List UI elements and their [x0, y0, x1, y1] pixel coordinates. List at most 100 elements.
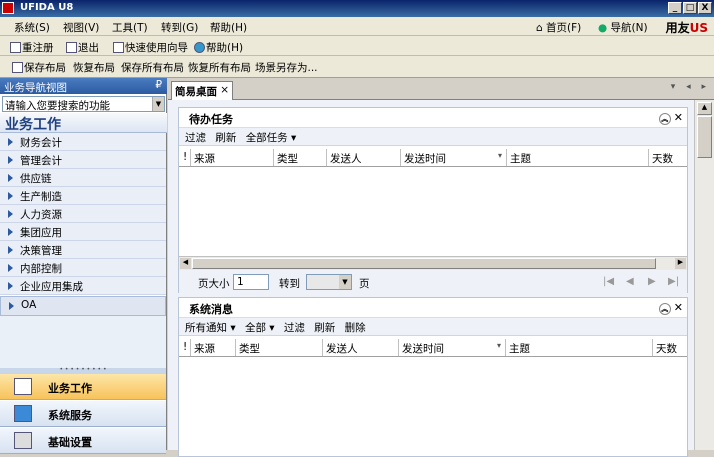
- home-link[interactable]: ⌂ 首页(F): [536, 20, 581, 35]
- expand-arrow-icon: [8, 210, 13, 218]
- bottom-tab-system-service[interactable]: 系统服务: [0, 401, 166, 427]
- col-type[interactable]: 类型: [236, 339, 323, 356]
- nav-item-management-accounting[interactable]: 管理会计: [0, 151, 166, 169]
- help-button[interactable]: 帮助(H): [194, 40, 243, 55]
- page-size-input[interactable]: 1: [233, 274, 269, 290]
- scroll-up-icon[interactable]: ▲: [697, 102, 712, 115]
- monitor-icon: [14, 405, 32, 422]
- col-subject[interactable]: 主题: [507, 149, 649, 166]
- page-unit-label: 页: [359, 278, 370, 290]
- col-subject[interactable]: 主题: [506, 339, 653, 356]
- todo-refresh-button[interactable]: 刷新: [215, 132, 236, 144]
- minimize-button[interactable]: _: [668, 2, 682, 14]
- col-source[interactable]: 来源: [191, 339, 236, 356]
- menu-tools[interactable]: 工具(T): [112, 20, 148, 35]
- content-vertical-scrollbar[interactable]: ▲: [694, 100, 714, 450]
- nav-item-group-application[interactable]: 集团应用: [0, 223, 166, 241]
- col-send-time[interactable]: 发送时间 ▾: [401, 149, 507, 166]
- messages-grid-header: ! 来源 类型 发送人 发送时间 ▾ 主题 天数: [179, 339, 687, 357]
- last-page-icon[interactable]: ▶|: [668, 276, 679, 287]
- app-logo-icon: [2, 2, 14, 14]
- close-card-icon[interactable]: ✕: [674, 111, 683, 124]
- first-page-icon[interactable]: |◀: [603, 276, 614, 287]
- scroll-left-icon[interactable]: ◀: [180, 258, 191, 269]
- expand-arrow-icon: [8, 156, 13, 164]
- tab-simple-desktop[interactable]: 简易桌面 ×: [171, 81, 233, 100]
- window-title: UFIDA U8: [20, 2, 74, 13]
- todo-horizontal-scrollbar[interactable]: ◀ ▶: [179, 256, 687, 270]
- save-layout-button[interactable]: 保存布局: [12, 60, 66, 75]
- nav-item-human-resources[interactable]: 人力资源: [0, 205, 166, 223]
- col-send-time[interactable]: 发送时间 ▾: [399, 339, 506, 356]
- exit-button[interactable]: 退出: [66, 40, 99, 55]
- todo-all-tasks-dropdown[interactable]: 全部任务 ▾: [246, 132, 297, 144]
- todo-tasks-card: 待办任务 ︽ ✕ 过滤 刷新 全部任务 ▾ ! 来源 类型 发送人 发送时间 ▾ 主…: [178, 107, 688, 294]
- todo-grid-header: ! 来源 类型 发送人 发送时间 ▾ 主题 天数: [179, 149, 687, 167]
- col-priority[interactable]: !: [179, 339, 191, 356]
- close-button[interactable]: X: [698, 2, 712, 14]
- todo-grid-body: [179, 168, 687, 256]
- tab-close-icon[interactable]: ×: [220, 84, 229, 96]
- save-all-layouts-button[interactable]: 保存所有布局: [121, 60, 184, 75]
- messages-delete-button[interactable]: 删除: [345, 322, 366, 334]
- pin-icon[interactable]: ₽: [155, 79, 162, 91]
- sort-desc-icon: ▾: [496, 341, 501, 350]
- all-notices-dropdown[interactable]: 所有通知 ▾: [185, 322, 236, 334]
- quick-guide-button[interactable]: 快速使用向导: [113, 40, 188, 55]
- function-search-input[interactable]: 请输入您要搜索的功能 ▼: [2, 96, 165, 112]
- save-scene-as-button[interactable]: 场景另存为...: [255, 60, 318, 75]
- col-days[interactable]: 天数: [653, 339, 687, 356]
- bottom-tab-business-work[interactable]: 业务工作: [0, 374, 166, 400]
- menu-help[interactable]: 帮助(H): [210, 20, 247, 35]
- nav-item-oa[interactable]: OA: [0, 296, 166, 316]
- nav-item-internal-control[interactable]: 内部控制: [0, 259, 166, 277]
- nav-item-enterprise-integration[interactable]: 企业应用集成: [0, 277, 166, 295]
- nav-item-decision-management[interactable]: 决策管理: [0, 241, 166, 259]
- system-messages-card: 系统消息 ︽ ✕ 所有通知 ▾ 全部 ▾ 过滤 刷新 删除 ! 来源 类型 发送人…: [178, 297, 688, 457]
- dropdown-arrow-icon[interactable]: ▼: [339, 275, 351, 289]
- goto-label: 转到: [279, 278, 300, 290]
- nav-item-financial-accounting[interactable]: 财务会计: [0, 133, 166, 151]
- menu-bar: 系统(S) 视图(V) 工具(T) 转到(G) 帮助(H) ⌂ 首页(F) ● …: [0, 17, 714, 36]
- todo-card-header: 待办任务 ︽ ✕: [179, 108, 687, 128]
- restore-all-layouts-button[interactable]: 恢复所有布局: [188, 60, 251, 75]
- col-source[interactable]: 来源: [191, 149, 274, 166]
- menu-goto[interactable]: 转到(G): [161, 20, 198, 35]
- goto-page-select[interactable]: ▼: [306, 274, 352, 290]
- col-sender[interactable]: 发送人: [327, 149, 401, 166]
- nav-item-supply-chain[interactable]: 供应链: [0, 169, 166, 187]
- bottom-tab-basic-settings[interactable]: 基础设置: [0, 428, 166, 454]
- collapse-icon[interactable]: ︽: [658, 113, 671, 125]
- close-card-icon[interactable]: ✕: [674, 301, 683, 314]
- todo-filter-button[interactable]: 过滤: [185, 132, 206, 144]
- todo-pager: 页大小 1 转到 ▼ 页 |◀ ◀ ▶ ▶|: [179, 270, 687, 294]
- collapse-icon[interactable]: ︽: [658, 303, 671, 315]
- messages-refresh-button[interactable]: 刷新: [314, 322, 335, 334]
- todo-toolbar: 过滤 刷新 全部任务 ▾: [179, 128, 687, 146]
- restore-layout-button[interactable]: 恢复布局: [73, 60, 115, 75]
- menu-system[interactable]: 系统(S): [14, 20, 50, 35]
- previous-page-icon[interactable]: ◀: [626, 276, 634, 287]
- tab-navigation-arrows[interactable]: ▾ ◂ ▸: [671, 82, 710, 92]
- navigation-link[interactable]: ● 导航(N): [598, 20, 648, 35]
- scroll-thumb[interactable]: [192, 258, 656, 269]
- home-icon: ⌂: [536, 22, 547, 34]
- nav-item-manufacturing[interactable]: 生产制造: [0, 187, 166, 205]
- next-page-icon[interactable]: ▶: [648, 276, 656, 287]
- col-type[interactable]: 类型: [274, 149, 327, 166]
- expand-arrow-icon: [8, 192, 13, 200]
- col-sender[interactable]: 发送人: [323, 339, 399, 356]
- sort-desc-icon: ▾: [497, 151, 502, 160]
- dropdown-arrow-icon[interactable]: ▼: [152, 97, 164, 111]
- messages-filter-button[interactable]: 过滤: [284, 322, 305, 334]
- messages-toolbar: 所有通知 ▾ 全部 ▾ 过滤 刷新 删除: [179, 318, 687, 336]
- col-priority[interactable]: !: [179, 149, 191, 166]
- scroll-thumb[interactable]: [697, 116, 712, 158]
- reregister-button[interactable]: 重注册: [10, 40, 54, 55]
- menu-view[interactable]: 视图(V): [63, 20, 99, 35]
- messages-card-header: 系统消息 ︽ ✕: [179, 298, 687, 318]
- col-days[interactable]: 天数: [649, 149, 687, 166]
- scroll-right-icon[interactable]: ▶: [675, 258, 686, 269]
- maximize-button[interactable]: □: [683, 2, 697, 14]
- all-dropdown[interactable]: 全部 ▾: [245, 322, 275, 334]
